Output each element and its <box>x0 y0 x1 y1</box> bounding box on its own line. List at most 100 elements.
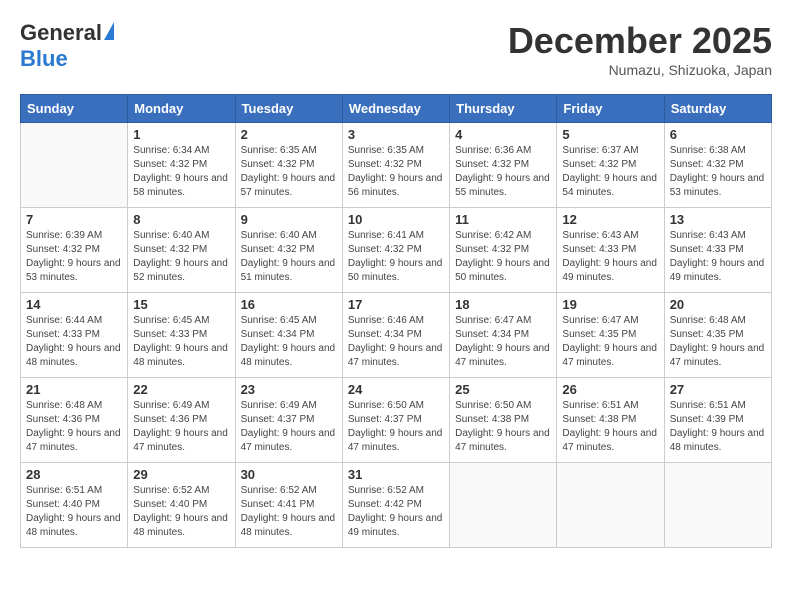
calendar-cell: 26 Sunrise: 6:51 AMSunset: 4:38 PMDayligh… <box>557 378 664 463</box>
calendar-cell: 23 Sunrise: 6:49 AMSunset: 4:37 PMDayligh… <box>235 378 342 463</box>
calendar-week-row-2: 7 Sunrise: 6:39 AMSunset: 4:32 PMDaylight… <box>21 208 772 293</box>
calendar-cell: 31Sunrise: 6:52 AMSunset: 4:42 PMDayligh… <box>342 463 449 548</box>
calendar-cell: 1 Sunrise: 6:34 AMSunset: 4:32 PMDaylight… <box>128 123 235 208</box>
calendar-cell: 14Sunrise: 6:44 AMSunset: 4:33 PMDayligh… <box>21 293 128 378</box>
day-number: 28 <box>26 467 122 482</box>
calendar-cell: 11 Sunrise: 6:42 AMSunset: 4:32 PMDayligh… <box>450 208 557 293</box>
day-info: Sunrise: 6:52 AMSunset: 4:40 PMDaylight:… <box>133 484 229 540</box>
calendar-header-friday: Friday <box>557 95 664 123</box>
day-number: 27 <box>670 382 766 397</box>
day-info: Sunrise: 6:49 AMSunset: 4:36 PMDaylight:… <box>133 399 229 455</box>
day-info: Sunrise: 6:48 AMSunset: 4:36 PMDaylight:… <box>26 399 122 455</box>
day-number: 3 <box>348 127 444 142</box>
day-info: Sunrise: 6:38 AMSunset: 4:32 PMDaylight:… <box>670 144 766 200</box>
day-number: 9 <box>241 212 337 227</box>
day-info: Sunrise: 6:51 AMSunset: 4:40 PMDaylight:… <box>26 484 122 540</box>
calendar-header-sunday: Sunday <box>21 95 128 123</box>
day-info: Sunrise: 6:51 AMSunset: 4:39 PMDaylight:… <box>670 399 766 455</box>
day-number: 25 <box>455 382 551 397</box>
day-number: 30 <box>241 467 337 482</box>
day-info: Sunrise: 6:51 AMSunset: 4:38 PMDaylight:… <box>562 399 658 455</box>
day-info: Sunrise: 6:47 AMSunset: 4:34 PMDaylight:… <box>455 314 551 370</box>
calendar-cell: 19 Sunrise: 6:47 AMSunset: 4:35 PMDayligh… <box>557 293 664 378</box>
day-info: Sunrise: 6:34 AMSunset: 4:32 PMDaylight:… <box>133 144 229 200</box>
calendar-cell: 25 Sunrise: 6:50 AMSunset: 4:38 PMDayligh… <box>450 378 557 463</box>
calendar-cell: 12Sunrise: 6:43 AMSunset: 4:33 PMDayligh… <box>557 208 664 293</box>
calendar-cell <box>557 463 664 548</box>
calendar-cell <box>664 463 771 548</box>
calendar-cell: 9Sunrise: 6:40 AMSunset: 4:32 PMDaylight… <box>235 208 342 293</box>
day-number: 7 <box>26 212 122 227</box>
calendar-table: SundayMondayTuesdayWednesdayThursdayFrid… <box>20 94 772 548</box>
day-number: 16 <box>241 297 337 312</box>
day-number: 2 <box>241 127 337 142</box>
day-number: 13 <box>670 212 766 227</box>
calendar-header-wednesday: Wednesday <box>342 95 449 123</box>
day-number: 5 <box>562 127 658 142</box>
day-number: 29 <box>133 467 229 482</box>
day-number: 19 <box>562 297 658 312</box>
calendar-cell: 24Sunrise: 6:50 AMSunset: 4:37 PMDayligh… <box>342 378 449 463</box>
day-info: Sunrise: 6:52 AMSunset: 4:41 PMDaylight:… <box>241 484 337 540</box>
calendar-cell: 2 Sunrise: 6:35 AMSunset: 4:32 PMDaylight… <box>235 123 342 208</box>
location-subtitle: Numazu, Shizuoka, Japan <box>508 62 772 78</box>
day-number: 26 <box>562 382 658 397</box>
day-info: Sunrise: 6:44 AMSunset: 4:33 PMDaylight:… <box>26 314 122 370</box>
calendar-cell: 27 Sunrise: 6:51 AMSunset: 4:39 PMDayligh… <box>664 378 771 463</box>
calendar-cell: 30 Sunrise: 6:52 AMSunset: 4:41 PMDayligh… <box>235 463 342 548</box>
day-number: 31 <box>348 467 444 482</box>
day-number: 23 <box>241 382 337 397</box>
day-info: Sunrise: 6:45 AMSunset: 4:34 PMDaylight:… <box>241 314 337 370</box>
calendar-cell: 28 Sunrise: 6:51 AMSunset: 4:40 PMDayligh… <box>21 463 128 548</box>
calendar-cell: 20Sunrise: 6:48 AMSunset: 4:35 PMDayligh… <box>664 293 771 378</box>
calendar-cell: 22 Sunrise: 6:49 AMSunset: 4:36 PMDayligh… <box>128 378 235 463</box>
day-info: Sunrise: 6:36 AMSunset: 4:32 PMDaylight:… <box>455 144 551 200</box>
logo-triangle-icon <box>104 22 114 40</box>
day-info: Sunrise: 6:35 AMSunset: 4:32 PMDaylight:… <box>241 144 337 200</box>
logo-blue-text: Blue <box>20 46 68 72</box>
logo: General Blue <box>20 20 114 72</box>
day-info: Sunrise: 6:39 AMSunset: 4:32 PMDaylight:… <box>26 229 122 285</box>
calendar-cell <box>450 463 557 548</box>
day-info: Sunrise: 6:50 AMSunset: 4:38 PMDaylight:… <box>455 399 551 455</box>
calendar-cell <box>21 123 128 208</box>
calendar-week-row-1: 1 Sunrise: 6:34 AMSunset: 4:32 PMDaylight… <box>21 123 772 208</box>
calendar-header-saturday: Saturday <box>664 95 771 123</box>
calendar-cell: 16 Sunrise: 6:45 AMSunset: 4:34 PMDayligh… <box>235 293 342 378</box>
day-info: Sunrise: 6:43 AMSunset: 4:33 PMDaylight:… <box>670 229 766 285</box>
calendar-cell: 13 Sunrise: 6:43 AMSunset: 4:33 PMDayligh… <box>664 208 771 293</box>
day-number: 17 <box>348 297 444 312</box>
calendar-cell: 5 Sunrise: 6:37 AMSunset: 4:32 PMDaylight… <box>557 123 664 208</box>
day-number: 22 <box>133 382 229 397</box>
calendar-week-row-5: 28 Sunrise: 6:51 AMSunset: 4:40 PMDayligh… <box>21 463 772 548</box>
calendar-cell: 4 Sunrise: 6:36 AMSunset: 4:32 PMDaylight… <box>450 123 557 208</box>
month-year-title: December 2025 <box>508 20 772 62</box>
calendar-cell: 15Sunrise: 6:45 AMSunset: 4:33 PMDayligh… <box>128 293 235 378</box>
day-info: Sunrise: 6:47 AMSunset: 4:35 PMDaylight:… <box>562 314 658 370</box>
calendar-week-row-3: 14Sunrise: 6:44 AMSunset: 4:33 PMDayligh… <box>21 293 772 378</box>
calendar-cell: 18Sunrise: 6:47 AMSunset: 4:34 PMDayligh… <box>450 293 557 378</box>
day-info: Sunrise: 6:48 AMSunset: 4:35 PMDaylight:… <box>670 314 766 370</box>
calendar-cell: 8 Sunrise: 6:40 AMSunset: 4:32 PMDaylight… <box>128 208 235 293</box>
day-info: Sunrise: 6:46 AMSunset: 4:34 PMDaylight:… <box>348 314 444 370</box>
day-info: Sunrise: 6:42 AMSunset: 4:32 PMDaylight:… <box>455 229 551 285</box>
logo-general-text: General <box>20 20 102 46</box>
day-number: 6 <box>670 127 766 142</box>
calendar-header-thursday: Thursday <box>450 95 557 123</box>
day-number: 4 <box>455 127 551 142</box>
page-header: General Blue December 2025 Numazu, Shizu… <box>20 20 772 78</box>
day-number: 1 <box>133 127 229 142</box>
day-info: Sunrise: 6:49 AMSunset: 4:37 PMDaylight:… <box>241 399 337 455</box>
day-number: 15 <box>133 297 229 312</box>
calendar-header-row: SundayMondayTuesdayWednesdayThursdayFrid… <box>21 95 772 123</box>
day-info: Sunrise: 6:41 AMSunset: 4:32 PMDaylight:… <box>348 229 444 285</box>
calendar-cell: 10Sunrise: 6:41 AMSunset: 4:32 PMDayligh… <box>342 208 449 293</box>
day-info: Sunrise: 6:37 AMSunset: 4:32 PMDaylight:… <box>562 144 658 200</box>
day-number: 21 <box>26 382 122 397</box>
day-info: Sunrise: 6:40 AMSunset: 4:32 PMDaylight:… <box>133 229 229 285</box>
calendar-cell: 3Sunrise: 6:35 AMSunset: 4:32 PMDaylight… <box>342 123 449 208</box>
day-number: 8 <box>133 212 229 227</box>
calendar-week-row-4: 21 Sunrise: 6:48 AMSunset: 4:36 PMDayligh… <box>21 378 772 463</box>
calendar-cell: 6 Sunrise: 6:38 AMSunset: 4:32 PMDaylight… <box>664 123 771 208</box>
day-number: 11 <box>455 212 551 227</box>
